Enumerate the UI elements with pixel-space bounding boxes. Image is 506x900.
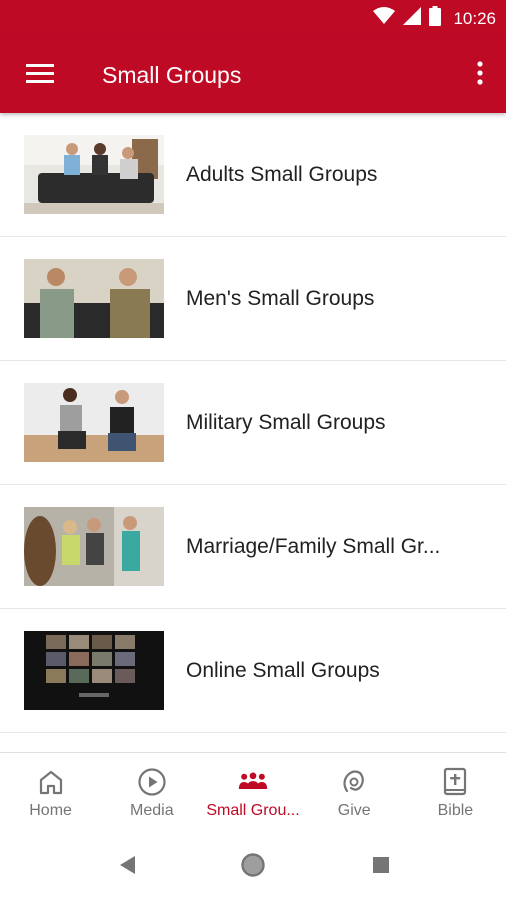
status-bar: 10:26 bbox=[0, 0, 506, 37]
group-item-label: Men's Small Groups bbox=[186, 287, 375, 310]
app-bar: Small Groups bbox=[0, 37, 506, 113]
more-options-button[interactable] bbox=[468, 57, 492, 93]
hamburger-menu-icon bbox=[26, 62, 54, 89]
nav-label: Give bbox=[337, 802, 371, 819]
groups-icon bbox=[238, 767, 268, 797]
home-icon bbox=[36, 767, 66, 797]
group-item-mens[interactable]: Men's Small Groups bbox=[0, 237, 506, 361]
give-icon bbox=[339, 767, 369, 797]
wifi-icon bbox=[373, 7, 396, 30]
status-icons: 10:26 bbox=[373, 0, 496, 37]
cellular-signal-icon bbox=[403, 7, 422, 30]
group-thumbnail bbox=[24, 631, 164, 710]
group-list: Adults Small Groups Men's Small Groups M bbox=[0, 113, 506, 733]
recents-icon bbox=[371, 855, 391, 880]
nav-label: Bible bbox=[437, 802, 474, 819]
group-item-label: Adults Small Groups bbox=[186, 163, 378, 186]
play-circle-icon bbox=[137, 767, 167, 797]
group-item-label: Online Small Groups bbox=[186, 659, 380, 682]
nav-item-bible[interactable]: Bible bbox=[405, 753, 506, 834]
nav-item-small-groups[interactable]: Small Grou... bbox=[202, 753, 303, 834]
group-item-adults[interactable]: Adults Small Groups bbox=[0, 113, 506, 237]
bible-icon bbox=[440, 767, 470, 797]
nav-item-home[interactable]: Home bbox=[0, 753, 101, 834]
group-item-online[interactable]: Online Small Groups bbox=[0, 609, 506, 733]
more-vert-icon bbox=[477, 60, 483, 90]
group-item-label: Marriage/Family Small Gr... bbox=[186, 535, 441, 558]
battery-icon bbox=[429, 6, 442, 31]
nav-label: Small Grou... bbox=[206, 802, 300, 819]
group-item-marriage-family[interactable]: Marriage/Family Small Gr... bbox=[0, 485, 506, 609]
group-thumbnail bbox=[24, 259, 164, 338]
bottom-navigation: Home Media Small Grou... Give Bible bbox=[0, 752, 506, 834]
back-icon bbox=[117, 854, 137, 881]
nav-item-give[interactable]: Give bbox=[304, 753, 405, 834]
system-navigation-bar bbox=[0, 834, 506, 900]
menu-button[interactable] bbox=[20, 59, 60, 91]
back-button[interactable] bbox=[114, 854, 140, 880]
group-thumbnail bbox=[24, 135, 164, 214]
group-item-label: Military Small Groups bbox=[186, 411, 386, 434]
nav-item-media[interactable]: Media bbox=[101, 753, 202, 834]
group-thumbnail bbox=[24, 383, 164, 462]
home-circle-icon bbox=[240, 852, 266, 883]
recents-button[interactable] bbox=[368, 854, 394, 880]
group-thumbnail bbox=[24, 507, 164, 586]
group-item-military[interactable]: Military Small Groups bbox=[0, 361, 506, 485]
page-title: Small Groups bbox=[102, 62, 242, 88]
nav-label: Media bbox=[130, 802, 174, 819]
system-home-button[interactable] bbox=[240, 852, 266, 883]
status-time: 10:26 bbox=[453, 8, 496, 28]
nav-label: Home bbox=[29, 802, 72, 819]
